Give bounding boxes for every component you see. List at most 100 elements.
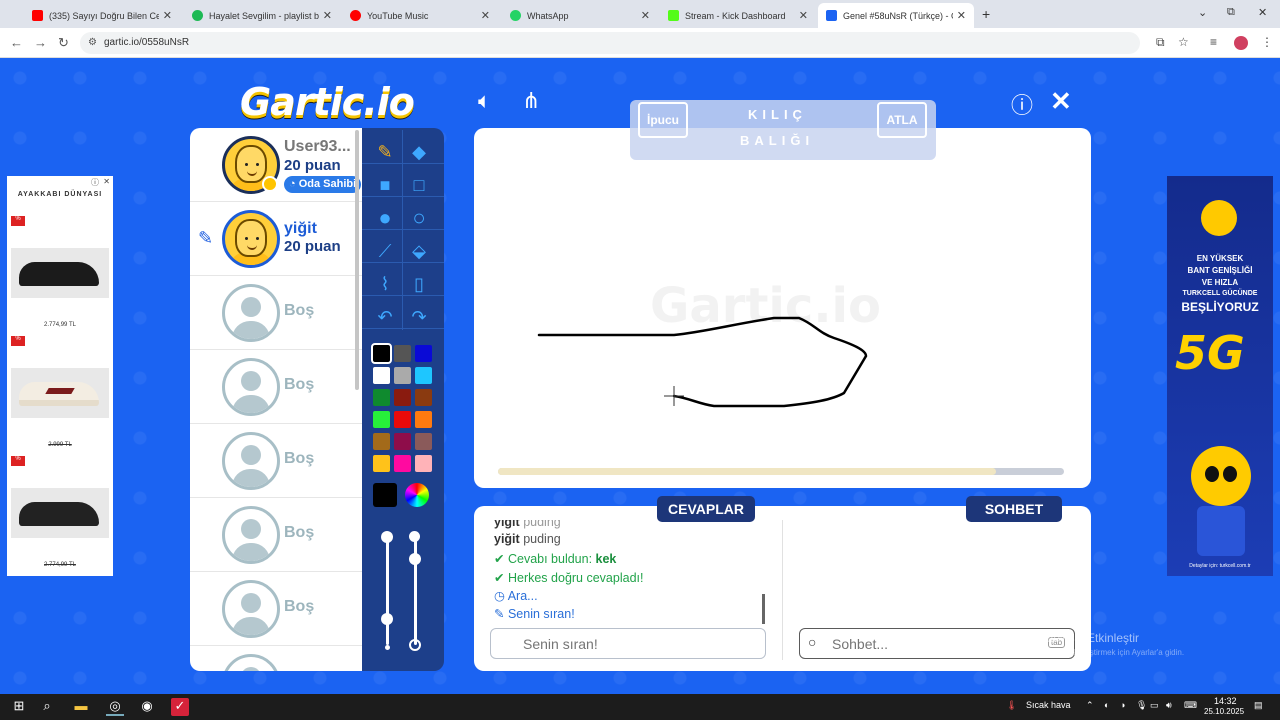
- player-points: 20 puan: [284, 157, 341, 174]
- sound-icon[interactable]: 🔈︎: [478, 88, 491, 114]
- color-swatch[interactable]: [394, 345, 411, 362]
- back-icon[interactable]: ←: [10, 35, 23, 50]
- clock-date[interactable]: 25.10.2025: [1204, 707, 1244, 716]
- restore-window-icon[interactable]: ⧉: [1227, 6, 1235, 19]
- close-window-icon[interactable]: ✕: [1258, 6, 1267, 19]
- browser-tab[interactable]: YouTube Music ✕: [342, 3, 498, 28]
- color-swatch[interactable]: [394, 433, 411, 450]
- keyboard-icon[interactable]: ⌨: [1184, 700, 1197, 711]
- notifications-icon[interactable]: ▤: [1254, 700, 1263, 711]
- reload-icon[interactable]: ↻: [58, 35, 69, 51]
- color-swatch[interactable]: [394, 389, 411, 406]
- new-page-icon[interactable]: ▯: [404, 270, 434, 298]
- slider-knob[interactable]: [409, 531, 420, 542]
- color-swatch[interactable]: [373, 411, 390, 428]
- redo-cursor-icon[interactable]: ↷: [404, 303, 434, 331]
- color-swatch[interactable]: [373, 367, 390, 384]
- ad-close-icon[interactable]: ✕: [103, 177, 110, 186]
- close-icon[interactable]: ✕: [1050, 86, 1072, 117]
- windows-start-icon[interactable]: ⊞: [10, 698, 28, 716]
- fill-bucket-icon[interactable]: ⬙: [404, 237, 434, 265]
- info-icon[interactable]: ⓘ: [1011, 88, 1033, 120]
- color-swatch[interactable]: [415, 455, 432, 472]
- bookmark-star-icon[interactable]: ☆: [1178, 35, 1189, 49]
- slider-knob[interactable]: [381, 613, 393, 625]
- color-swatch[interactable]: [373, 455, 390, 472]
- color-swatch[interactable]: [415, 433, 432, 450]
- color-swatch[interactable]: [394, 455, 411, 472]
- tab-title: YouTube Music: [367, 10, 429, 21]
- chat-tab[interactable]: SOHBET: [966, 496, 1062, 522]
- skip-button[interactable]: ATLA: [877, 102, 927, 138]
- eraser-icon[interactable]: ◆: [404, 138, 434, 166]
- search-icon[interactable]: ⌕: [38, 698, 56, 716]
- media-icon[interactable]: ≡: [1210, 35, 1217, 49]
- browser-tab[interactable]: Hayalet Sevgilim - playlist by yi ✕: [184, 3, 340, 28]
- players-scrollbar[interactable]: [355, 130, 359, 390]
- browser-tab[interactable]: (335) Sayıyı Doğru Bilen Ceza V ✕: [24, 3, 180, 28]
- color-swatch[interactable]: [415, 367, 432, 384]
- circle-icon[interactable]: ○: [404, 204, 434, 232]
- color-swatch[interactable]: [415, 411, 432, 428]
- tray-app-icon[interactable]: ◐: [1104, 700, 1109, 710]
- close-tab-icon[interactable]: ✕: [163, 9, 172, 22]
- slider-knob[interactable]: [409, 553, 421, 565]
- color-swatch[interactable]: [371, 343, 392, 364]
- line-icon[interactable]: ⟋: [370, 237, 400, 265]
- ad-info-icon[interactable]: ⓘ: [91, 177, 99, 188]
- url-field[interactable]: ⚙ gartic.io/0558uNsR: [80, 32, 1140, 54]
- hint-button[interactable]: İpucu: [638, 102, 688, 138]
- tray-chevron-icon[interactable]: ⌃: [1086, 700, 1094, 711]
- close-tab-icon[interactable]: ✕: [799, 9, 808, 22]
- color-swatch[interactable]: [394, 367, 411, 384]
- menu-icon[interactable]: ⋮: [1261, 35, 1273, 49]
- drawing-canvas[interactable]: Gartic.io: [474, 128, 1091, 488]
- color-swatch[interactable]: [373, 433, 390, 450]
- close-tab-icon[interactable]: ✕: [481, 9, 490, 22]
- volume-icon[interactable]: 🔊︎: [1166, 700, 1172, 711]
- close-tab-icon[interactable]: ✕: [641, 9, 650, 22]
- answers-scrollbar[interactable]: [762, 594, 765, 624]
- answers-tab[interactable]: CEVAPLAR: [657, 496, 755, 522]
- browser-tab[interactable]: WhatsApp ✕: [502, 3, 658, 28]
- close-tab-icon[interactable]: ✕: [957, 9, 966, 22]
- microphone-icon[interactable]: 🎙︎: [1136, 700, 1147, 711]
- color-wheel-icon[interactable]: [405, 483, 429, 507]
- browser-tab-active[interactable]: Genel #58uNsR (Türkçe) - Garti ✕: [818, 3, 974, 28]
- current-color-swatch: [373, 483, 397, 507]
- opacity-slider[interactable]: [414, 535, 417, 645]
- color-swatch[interactable]: [373, 389, 390, 406]
- check-icon: ✔: [494, 552, 505, 566]
- obs-icon[interactable]: ◉: [138, 698, 156, 716]
- app-icon[interactable]: ✓: [171, 698, 189, 716]
- color-swatch[interactable]: [394, 411, 411, 428]
- answer-input[interactable]: [490, 628, 766, 659]
- chevron-down-icon[interactable]: ⌄: [1198, 6, 1207, 19]
- file-explorer-icon[interactable]: ▬: [72, 698, 90, 716]
- color-swatch[interactable]: [415, 345, 432, 362]
- close-tab-icon[interactable]: ✕: [323, 9, 332, 22]
- pencil-icon[interactable]: ✎: [370, 138, 400, 166]
- install-icon[interactable]: ⧉: [1156, 35, 1165, 50]
- browser-tab[interactable]: Stream - Kick Dashboard ✕: [660, 3, 816, 28]
- eyedropper-icon[interactable]: ⌇: [370, 270, 400, 298]
- color-swatch[interactable]: [415, 389, 432, 406]
- turkcell-advertisement[interactable]: EN YÜKSEK BANT GENİŞLİĞİ VE HIZLA TURKCE…: [1167, 176, 1273, 576]
- filled-rectangle-icon[interactable]: ■: [370, 171, 400, 199]
- shoe-advertisement[interactable]: ⓘ ✕ AYAKKABI DÜNYASI % 2.774,99 TL % 2.9…: [7, 176, 113, 576]
- undo-cursor-icon[interactable]: ↶: [370, 303, 400, 331]
- weather-text[interactable]: Sıcak hava: [1026, 700, 1071, 710]
- forward-icon[interactable]: →: [34, 35, 47, 50]
- share-icon[interactable]: ⋔: [522, 88, 540, 114]
- network-icon[interactable]: ▭: [1150, 700, 1159, 711]
- chrome-icon[interactable]: ◎: [106, 698, 124, 716]
- tray-app-icon[interactable]: ◑: [1120, 700, 1125, 710]
- clock-time[interactable]: 14:32: [1214, 696, 1237, 706]
- site-info-icon[interactable]: ⚙: [88, 32, 97, 54]
- slider-knob[interactable]: [381, 531, 393, 543]
- rectangle-icon[interactable]: □: [404, 171, 434, 199]
- new-tab-icon[interactable]: +: [982, 6, 990, 22]
- profile-avatar[interactable]: [1234, 36, 1248, 50]
- brush-size-slider[interactable]: [386, 535, 389, 645]
- filled-circle-icon[interactable]: ●: [370, 204, 400, 232]
